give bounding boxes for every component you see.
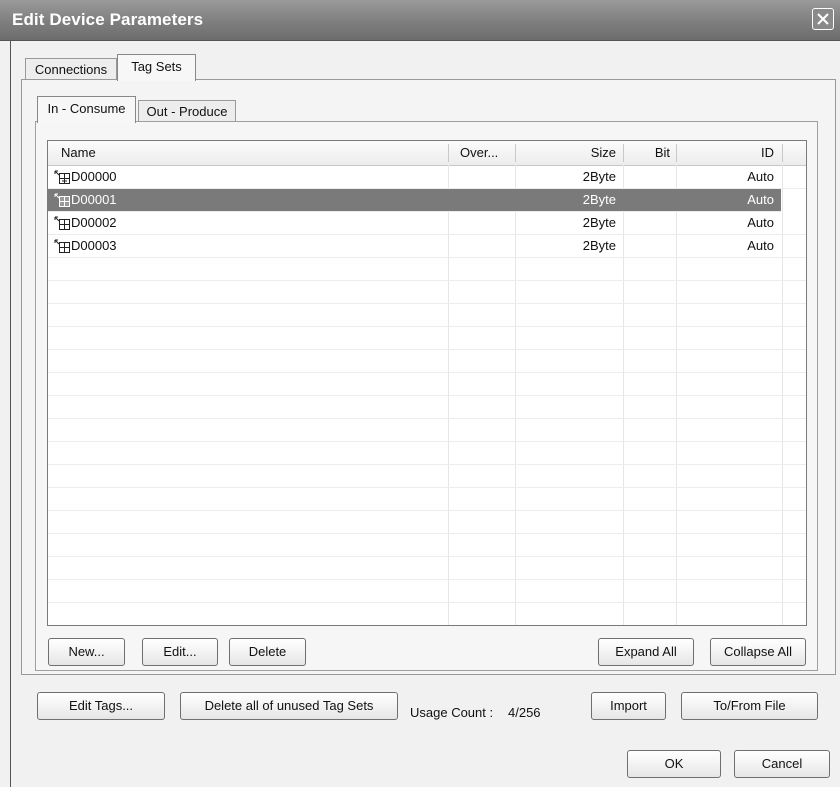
tag-set-expand-icon[interactable] xyxy=(54,216,70,230)
tag-set-name: D00002 xyxy=(71,215,117,230)
tag-set-name: D00000 xyxy=(71,169,117,184)
column-divider[interactable] xyxy=(623,144,624,162)
tab-connections-label: Connections xyxy=(34,62,108,77)
table-row[interactable]: D00000 2Byte Auto xyxy=(48,166,806,189)
edit-button[interactable]: Edit... xyxy=(142,638,218,666)
empty-row xyxy=(48,534,806,557)
tag-set-name: D00003 xyxy=(71,238,117,253)
empty-row xyxy=(48,603,806,625)
close-icon xyxy=(817,13,829,25)
window-title: Edit Device Parameters xyxy=(12,10,204,29)
expand-all-button[interactable]: Expand All xyxy=(598,638,694,666)
column-divider[interactable] xyxy=(782,144,783,162)
delete-button[interactable]: Delete xyxy=(229,638,306,666)
tag-set-expand-icon[interactable] xyxy=(54,193,70,207)
tab-in-consume-label: In - Consume xyxy=(47,101,126,116)
ok-button[interactable]: OK xyxy=(627,750,721,778)
edit-tags-button[interactable]: Edit Tags... xyxy=(37,692,165,720)
tag-set-size: 2Byte xyxy=(582,169,616,184)
collapse-all-button[interactable]: Collapse All xyxy=(710,638,806,666)
tab-connections[interactable]: Connections xyxy=(25,58,117,80)
column-divider[interactable] xyxy=(676,144,677,162)
tag-set-id: Auto xyxy=(747,169,774,184)
tag-set-id: Auto xyxy=(747,192,774,207)
tag-set-expand-icon[interactable] xyxy=(54,170,70,184)
usage-count-value: 4/256 xyxy=(508,705,541,720)
tag-set-id: Auto xyxy=(747,238,774,253)
empty-row xyxy=(48,557,806,580)
column-header-name[interactable]: Name xyxy=(61,141,96,165)
tab-tag-sets-label: Tag Sets xyxy=(131,59,182,74)
list-header: Name Over... Size Bit ID xyxy=(48,141,806,166)
column-divider[interactable] xyxy=(448,144,449,162)
close-button[interactable] xyxy=(812,8,834,30)
delete-unused-tag-sets-button[interactable]: Delete all of unused Tag Sets xyxy=(180,692,398,720)
column-header-over[interactable]: Over... xyxy=(460,141,498,165)
table-row-selected[interactable]: D00001 2Byte Auto xyxy=(48,189,781,212)
empty-row xyxy=(48,396,806,419)
empty-row xyxy=(48,465,806,488)
tab-out-produce[interactable]: Out - Produce xyxy=(138,100,236,122)
empty-row xyxy=(48,488,806,511)
tab-out-produce-label: Out - Produce xyxy=(146,104,228,119)
empty-row xyxy=(48,511,806,534)
tag-set-list[interactable]: Name Over... Size Bit ID D00000 2Byte Au… xyxy=(47,140,807,626)
empty-row xyxy=(48,442,806,465)
empty-row xyxy=(48,327,806,350)
empty-row xyxy=(48,373,806,396)
tag-set-expand-icon[interactable] xyxy=(54,239,70,253)
tag-set-size: 2Byte xyxy=(582,238,616,253)
tag-set-size: 2Byte xyxy=(582,192,616,207)
column-header-id[interactable]: ID xyxy=(688,141,774,165)
tab-in-consume[interactable]: In - Consume xyxy=(37,96,136,123)
window-border xyxy=(10,40,11,787)
tab-tag-sets[interactable]: Tag Sets xyxy=(117,54,196,81)
empty-row xyxy=(48,350,806,373)
import-button[interactable]: Import xyxy=(591,692,666,720)
column-header-bit[interactable]: Bit xyxy=(633,141,670,165)
empty-row xyxy=(48,419,806,442)
to-from-file-button[interactable]: To/From File xyxy=(681,692,818,720)
usage-count-label: Usage Count : xyxy=(410,705,494,720)
tag-set-name: D00001 xyxy=(71,192,117,207)
column-header-size[interactable]: Size xyxy=(528,141,616,165)
tag-set-id: Auto xyxy=(747,215,774,230)
empty-row xyxy=(48,281,806,304)
new-button[interactable]: New... xyxy=(48,638,125,666)
cancel-button[interactable]: Cancel xyxy=(734,750,830,778)
empty-row xyxy=(48,304,806,327)
table-row[interactable]: D00002 2Byte Auto xyxy=(48,212,806,235)
empty-row xyxy=(48,580,806,603)
table-row[interactable]: D00003 2Byte Auto xyxy=(48,235,806,258)
empty-row xyxy=(48,258,806,281)
column-divider[interactable] xyxy=(515,144,516,162)
tag-set-size: 2Byte xyxy=(582,215,616,230)
title-bar: Edit Device Parameters xyxy=(0,0,840,41)
